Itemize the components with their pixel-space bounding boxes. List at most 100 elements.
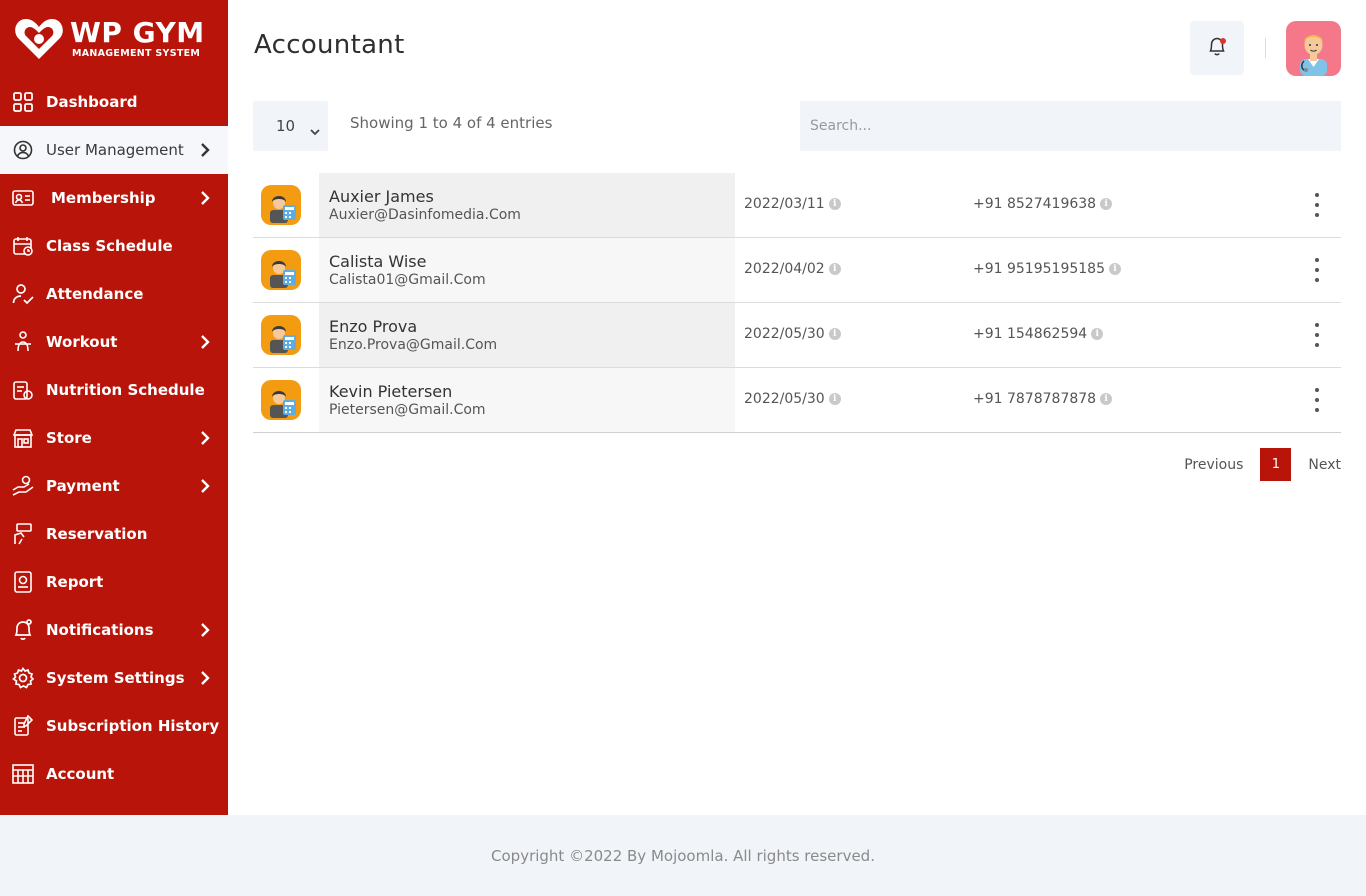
dot: [1315, 268, 1319, 272]
search-input[interactable]: [800, 101, 1341, 151]
copyright-text: Copyright ©2022 By Mojoomla. All rights …: [491, 847, 875, 865]
date-text: 2022/04/02: [744, 261, 825, 277]
join-date: 2022/03/11 i: [744, 196, 841, 212]
chevron-right-icon: [200, 142, 210, 161]
join-date: 2022/05/30 i: [744, 326, 841, 342]
store-icon: [12, 427, 34, 449]
sidebar-item-label: Membership: [51, 189, 156, 207]
accountant-icon: [270, 391, 296, 418]
sidebar-item-nutrition-schedule[interactable]: Nutrition Schedule: [0, 366, 228, 414]
row-actions-menu[interactable]: [1307, 323, 1327, 347]
page-length-select[interactable]: 10: [253, 101, 328, 151]
gear-icon: [12, 667, 34, 689]
brand-subtitle: MANAGEMENT SYSTEM: [72, 48, 201, 60]
accountant-avatar: [261, 185, 301, 225]
sidebar-item-user-management[interactable]: User Management: [0, 126, 228, 174]
date-text: 2022/05/30: [744, 391, 825, 407]
join-date: 2022/04/02 i: [744, 261, 841, 277]
calendar-icon: [12, 235, 34, 257]
sidebar-item-label: Nutrition Schedule: [46, 381, 205, 399]
doctor-avatar-icon: [1300, 35, 1327, 76]
page-1-button[interactable]: 1: [1260, 448, 1292, 481]
info-icon[interactable]: i: [1100, 393, 1113, 405]
accountant-name: Enzo Prova: [329, 317, 418, 336]
next-page-button[interactable]: Next: [1308, 457, 1341, 473]
phone-text: +91 8527419638: [973, 196, 1097, 212]
sidebar-item-notifications[interactable]: Notifications: [0, 606, 228, 654]
sidebar-item-label: Report: [46, 573, 104, 591]
table-row: Kevin Pietersen Pietersen@Gmail.Com 2022…: [253, 368, 1341, 433]
sidebar-item-label: Workout: [46, 333, 118, 351]
notification-badge: [1220, 38, 1226, 44]
phone-number: +91 8527419638 i: [973, 196, 1113, 212]
accountant-icon: [270, 196, 296, 223]
row-actions-menu[interactable]: [1307, 193, 1327, 217]
nutrition-icon: [12, 379, 34, 401]
info-icon[interactable]: i: [1100, 198, 1113, 210]
dot: [1315, 408, 1319, 412]
sidebar-item-dashboard[interactable]: Dashboard: [0, 78, 228, 126]
sidebar-item-label: Subscription History: [46, 717, 220, 735]
workout-icon: [12, 331, 34, 353]
payment-icon: [12, 475, 34, 497]
sidebar-item-report[interactable]: Report: [0, 558, 228, 606]
date-text: 2022/03/11: [744, 196, 825, 212]
name-cell[interactable]: Enzo Prova Enzo.Prova@Gmail.Com: [319, 303, 735, 367]
sidebar-item-label: Store: [46, 429, 92, 447]
brand-logo[interactable]: WP GYM MANAGEMENT SYSTEM: [0, 0, 228, 78]
dot: [1315, 278, 1319, 282]
accountant-email: Auxier@Dasinfomedia.Com: [329, 207, 521, 223]
info-icon[interactable]: i: [1091, 328, 1104, 340]
sidebar-item-reservation[interactable]: Reservation: [0, 510, 228, 558]
page-title: Accountant: [254, 30, 405, 60]
dot: [1315, 203, 1319, 207]
sidebar-item-label: Notifications: [46, 621, 154, 639]
previous-page-button[interactable]: Previous: [1184, 457, 1243, 473]
accountant-avatar: [261, 250, 301, 290]
grid-icon: [12, 91, 34, 113]
row-actions-menu[interactable]: [1307, 258, 1327, 282]
profile-avatar[interactable]: [1286, 21, 1341, 76]
info-icon[interactable]: i: [828, 263, 841, 275]
phone-text: +91 95195195185: [973, 261, 1105, 277]
chevron-right-icon: [200, 190, 210, 209]
sidebar-item-subscription-history[interactable]: Subscription History: [0, 702, 228, 750]
reservation-icon: [12, 523, 34, 545]
sidebar-item-account[interactable]: Account: [0, 750, 228, 798]
phone-number: +91 154862594 i: [973, 326, 1104, 342]
table-row: Auxier James Auxier@Dasinfomedia.Com 202…: [253, 173, 1341, 238]
name-cell[interactable]: Kevin Pietersen Pietersen@Gmail.Com: [319, 368, 735, 432]
sidebar-item-class-schedule[interactable]: Class Schedule: [0, 222, 228, 270]
accountant-icon: [270, 261, 296, 288]
sidebar-item-label: System Settings: [46, 669, 185, 687]
sidebar-item-workout[interactable]: Workout: [0, 318, 228, 366]
accountant-email: Pietersen@Gmail.Com: [329, 402, 486, 418]
info-icon[interactable]: i: [828, 393, 841, 405]
row-actions-menu[interactable]: [1307, 388, 1327, 412]
sidebar-item-attendance[interactable]: Attendance: [0, 270, 228, 318]
info-icon[interactable]: i: [828, 198, 841, 210]
notifications-button[interactable]: [1190, 21, 1244, 75]
info-icon[interactable]: i: [1108, 263, 1121, 275]
info-icon[interactable]: i: [828, 328, 841, 340]
sidebar-item-store[interactable]: Store: [0, 414, 228, 462]
accountant-email: Enzo.Prova@Gmail.Com: [329, 337, 498, 353]
chevron-right-icon: [200, 334, 210, 353]
accountant-name: Kevin Pietersen: [329, 382, 453, 401]
name-cell[interactable]: Calista Wise Calista01@Gmail.Com: [319, 238, 735, 302]
name-cell[interactable]: Auxier James Auxier@Dasinfomedia.Com: [319, 173, 735, 237]
table-info: Showing 1 to 4 of 4 entries: [350, 114, 553, 132]
sidebar-item-payment[interactable]: Payment: [0, 462, 228, 510]
sidebar-item-label: Payment: [46, 477, 120, 495]
sidebar: WP GYM MANAGEMENT SYSTEM Dashboard User …: [0, 0, 228, 815]
dot: [1315, 193, 1319, 197]
date-text: 2022/05/30: [744, 326, 825, 342]
accountant-avatar: [261, 315, 301, 355]
footer-copyright: Copyright ©2022 By Mojoomla. All rights …: [0, 847, 1366, 865]
sidebar-item-membership[interactable]: Membership: [0, 174, 228, 222]
brand-title: WP GYM: [70, 16, 205, 50]
phone-number: +91 95195195185 i: [973, 261, 1121, 277]
chevron-down-icon: [310, 122, 320, 140]
dot: [1315, 323, 1319, 327]
sidebar-item-system-settings[interactable]: System Settings: [0, 654, 228, 702]
